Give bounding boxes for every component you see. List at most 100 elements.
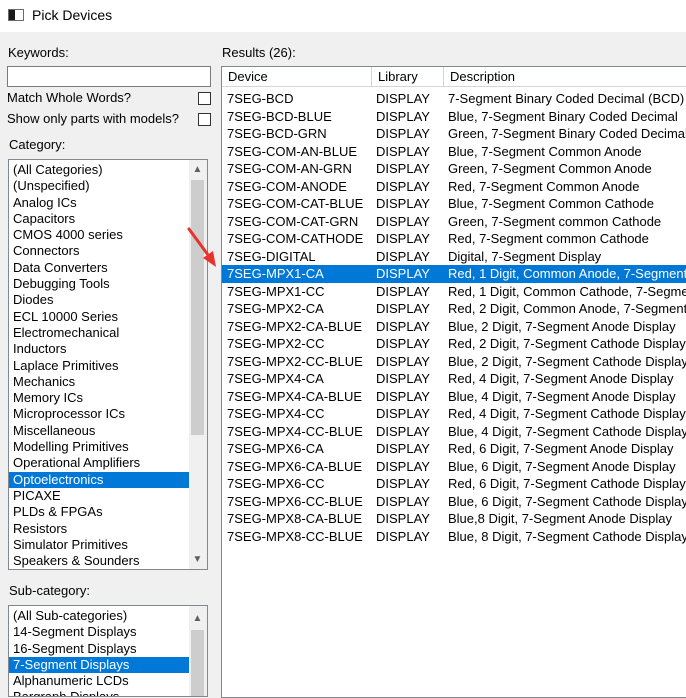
category-item[interactable]: Miscellaneous (9, 423, 189, 439)
column-header-device[interactable]: Device (222, 67, 372, 87)
table-row[interactable]: 7SEG-COM-CATHODE DISPLAY Red, 7-Segment co… (222, 230, 686, 248)
table-row[interactable]: 7SEG-BCD-GRN DISPLAY Green, 7-Segment Bina… (222, 125, 686, 143)
description-cell: Green, 7-Segment Binary Coded Decimal (448, 126, 686, 141)
column-header-description[interactable]: Description (444, 67, 686, 87)
table-row[interactable]: 7SEG-MPX6-CA DISPLAY Red, 6 Digit, 7-Segme… (222, 440, 686, 458)
table-row[interactable]: 7SEG-MPX8-CA-BLUE DISPLAY Blue,8 Digit, 7-… (222, 510, 686, 528)
category-item[interactable]: (Unspecified) (9, 178, 189, 194)
subcategory-item[interactable]: 7-Segment Displays (9, 656, 189, 674)
category-item[interactable]: PLDs & FPGAs (9, 504, 189, 520)
category-item[interactable]: Capacitors (9, 211, 189, 227)
table-row[interactable]: 7SEG-MPX6-CC-BLUE DISPLAY Blue, 6 Digit, 7… (222, 493, 686, 511)
category-item[interactable]: Mechanics (9, 374, 189, 390)
category-item[interactable]: Operational Amplifiers (9, 455, 189, 471)
category-item[interactable]: Memory ICs (9, 390, 189, 406)
description-cell: Blue, 2 Digit, 7-Segment Cathode Display (448, 353, 686, 369)
title-bar: Pick Devices (0, 0, 686, 32)
table-row[interactable]: 7SEG-MPX1-CA DISPLAY Red, 1 Digit, Common … (222, 265, 686, 283)
subcategory-item[interactable]: (All Sub-categories) (9, 608, 189, 624)
column-header-library[interactable]: Library (372, 67, 444, 87)
subcategory-item[interactable]: Alphanumeric LCDs (9, 673, 189, 689)
device-cell: 7SEG-MPX2-CA (227, 301, 324, 316)
table-row[interactable]: 7SEG-BCD DISPLAY 7-Segment Binary Coded De… (222, 90, 686, 108)
table-row[interactable]: 7SEG-MPX4-CC-BLUE DISPLAY Blue, 4 Digit, 7… (222, 423, 686, 441)
description-cell: Green, 7-Segment Common Anode (448, 161, 652, 176)
category-item[interactable]: Simulator Primitives (9, 537, 189, 553)
table-row[interactable]: 7SEG-COM-AN-GRN DISPLAY Green, 7-Segment C… (222, 160, 686, 178)
category-list[interactable]: (All Categories) (Unspecified) Analog ICs C… (8, 159, 208, 570)
scroll-up-icon[interactable]: ▲ (189, 161, 206, 178)
subcategory-item[interactable]: 14-Segment Displays (9, 624, 189, 640)
subcategory-item[interactable]: Bargraph Displays (9, 689, 189, 696)
description-cell: Blue, 2 Digit, 7-Segment Anode Display (448, 318, 676, 334)
table-row[interactable]: 7SEG-MPX8-CC-BLUE DISPLAY Blue, 8 Digit, 7… (222, 528, 686, 546)
library-cell: DISPLAY (376, 353, 430, 369)
device-cell: 7SEG-COM-AN-GRN (227, 161, 352, 176)
category-item[interactable]: CMOS 4000 series (9, 227, 189, 243)
device-cell: 7SEG-DIGITAL (227, 248, 316, 264)
description-cell: Red, 4 Digit, 7-Segment Cathode Display (448, 406, 686, 421)
category-item[interactable]: Modelling Primitives (9, 439, 189, 455)
description-cell: Blue, 6 Digit, 7-Segment Anode Display (448, 458, 676, 474)
subcategory-scrollbar[interactable]: ▲ (189, 606, 207, 696)
table-row[interactable]: 7SEG-COM-CAT-BLUE DISPLAY Blue, 7-Segment … (222, 195, 686, 213)
category-scrollbar[interactable]: ▲ ▼ (189, 160, 207, 569)
table-row[interactable]: 7SEG-MPX1-CC DISPLAY Red, 1 Digit, Common … (222, 283, 686, 301)
table-row[interactable]: 7SEG-MPX2-CC DISPLAY Red, 2 Digit, 7-Segme… (222, 335, 686, 353)
table-row[interactable]: 7SEG-DIGITAL DISPLAY Digital, 7-Segment Di… (222, 248, 686, 266)
subcategory-list[interactable]: (All Sub-categories) 14-Segment Displays 1… (8, 605, 208, 697)
category-item[interactable]: ECL 10000 Series (9, 309, 189, 325)
table-row[interactable]: 7SEG-MPX6-CC DISPLAY Red, 6 Digit, 7-Segme… (222, 475, 686, 493)
match-whole-words-checkbox[interactable] (198, 92, 211, 105)
description-cell: Red, 4 Digit, 7-Segment Anode Display (448, 371, 674, 386)
category-item[interactable]: Laplace Primitives (9, 358, 189, 374)
table-row[interactable]: 7SEG-MPX4-CC DISPLAY Red, 4 Digit, 7-Segme… (222, 405, 686, 423)
table-row[interactable]: 7SEG-COM-ANODE DISPLAY Red, 7-Segment Comm… (222, 178, 686, 196)
device-cell: 7SEG-COM-ANODE (227, 178, 347, 194)
category-item[interactable]: Diodes (9, 292, 189, 308)
category-item[interactable]: Electromechanical (9, 325, 189, 341)
library-cell: DISPLAY (376, 91, 430, 106)
table-row[interactable]: 7SEG-MPX4-CA DISPLAY Red, 4 Digit, 7-Segme… (222, 370, 686, 388)
library-cell: DISPLAY (376, 441, 430, 456)
library-cell: DISPLAY (376, 511, 430, 526)
scroll-up-icon[interactable]: ▲ (189, 610, 206, 627)
description-cell: 7-Segment Binary Coded Decimal (BCD) (448, 91, 685, 106)
category-item[interactable]: Connectors (9, 243, 189, 259)
category-item[interactable]: Optoelectronics (9, 471, 189, 488)
table-row[interactable]: 7SEG-MPX6-CA-BLUE DISPLAY Blue, 6 Digit, 7… (222, 458, 686, 476)
category-item[interactable]: Debugging Tools (9, 276, 189, 292)
category-item[interactable]: Inductors (9, 341, 189, 357)
category-item[interactable]: (All Categories) (9, 162, 189, 178)
device-cell: 7SEG-MPX1-CC (227, 283, 325, 299)
table-row[interactable]: 7SEG-MPX4-CA-BLUE DISPLAY Blue, 4 Digit, 7… (222, 388, 686, 406)
table-row[interactable]: 7SEG-MPX2-CA DISPLAY Red, 2 Digit, Common … (222, 300, 686, 318)
scroll-thumb[interactable] (191, 180, 204, 435)
results-table[interactable]: Device Library Description 7SEG-BCD DISPL… (221, 66, 686, 698)
library-cell: DISPLAY (376, 231, 430, 246)
category-item[interactable]: PICAXE (9, 488, 189, 504)
category-item[interactable]: Data Converters (9, 260, 189, 276)
scroll-down-icon[interactable]: ▼ (189, 551, 206, 568)
category-item[interactable]: Analog ICs (9, 195, 189, 211)
library-cell: DISPLAY (376, 371, 430, 386)
device-cell: 7SEG-BCD (227, 91, 294, 106)
library-cell: DISPLAY (376, 476, 430, 491)
category-item[interactable]: Microprocessor ICs (9, 406, 189, 422)
description-cell: Digital, 7-Segment Display (448, 248, 602, 264)
subcategory-item[interactable]: 16-Segment Displays (9, 641, 189, 657)
category-item[interactable]: Resistors (9, 521, 189, 537)
device-cell: 7SEG-MPX4-CC-BLUE (227, 423, 363, 439)
keywords-input[interactable] (7, 66, 211, 87)
table-row[interactable]: 7SEG-MPX2-CC-BLUE DISPLAY Blue, 2 Digit, 7… (222, 353, 686, 371)
table-row[interactable]: 7SEG-BCD-BLUE DISPLAY Blue, 7-Segment Bina… (222, 108, 686, 126)
library-cell: DISPLAY (376, 266, 430, 281)
table-row[interactable]: 7SEG-COM-CAT-GRN DISPLAY Green, 7-Segment … (222, 213, 686, 231)
library-cell: DISPLAY (376, 423, 430, 439)
table-row[interactable]: 7SEG-MPX2-CA-BLUE DISPLAY Blue, 2 Digit, 7… (222, 318, 686, 336)
scroll-thumb[interactable] (191, 630, 204, 696)
category-item[interactable]: Speakers & Sounders (9, 553, 189, 569)
table-row[interactable]: 7SEG-COM-AN-BLUE DISPLAY Blue, 7-Segment C… (222, 143, 686, 161)
library-cell: DISPLAY (376, 388, 430, 404)
show-models-checkbox[interactable] (198, 113, 211, 126)
